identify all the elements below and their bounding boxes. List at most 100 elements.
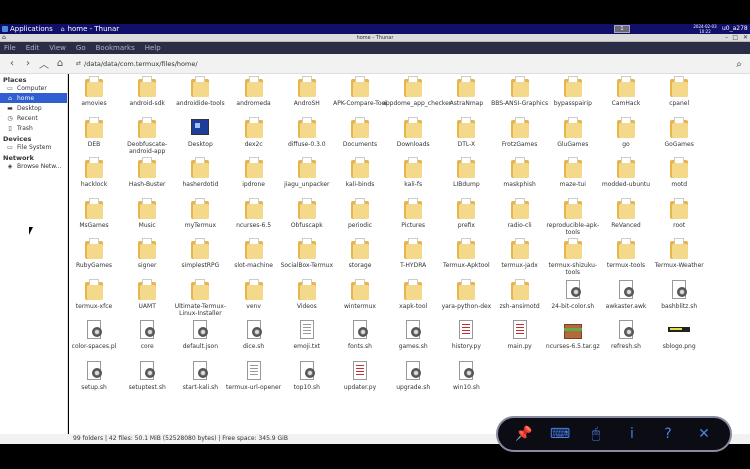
pin-button[interactable]: 📌	[513, 423, 535, 445]
folder-icon	[243, 76, 265, 98]
python-file-icon	[349, 360, 371, 382]
folder-icon	[615, 76, 637, 98]
sidebar-item-home[interactable]: ⌂ home	[0, 93, 67, 103]
sidebar-header-devices: Devices	[3, 135, 32, 143]
forward-button[interactable]: ›	[20, 56, 36, 72]
menu-go[interactable]: Go	[76, 44, 86, 52]
sidebar-item-trash[interactable]: ▯ Trash	[0, 123, 67, 133]
folder-icon	[136, 76, 158, 98]
mouse-button[interactable]: 🖱	[585, 423, 607, 445]
folder-icon	[349, 197, 371, 220]
script-icon	[402, 319, 424, 341]
desktop-folder-icon	[189, 117, 211, 139]
sidebar-header-network: Network	[3, 154, 34, 162]
script-icon	[83, 360, 105, 382]
minimize-icon[interactable]: –	[725, 34, 728, 42]
window-titlebar[interactable]: ⌂ home - Thunar – □ ✕	[0, 34, 750, 42]
file-name: sblogo.png	[662, 343, 696, 350]
folder-icon	[455, 238, 477, 260]
folder-icon	[615, 238, 637, 260]
folder-icon	[455, 197, 477, 220]
menu-view[interactable]: View	[49, 44, 66, 52]
folder-icon	[402, 197, 424, 220]
mouse-icon: 🖱	[591, 426, 601, 442]
help-icon: ?	[664, 426, 672, 442]
home-button[interactable]: ⌂	[52, 56, 68, 72]
folder-icon	[668, 157, 690, 179]
keyboard-button[interactable]: ⌨	[549, 423, 571, 445]
folder-icon	[189, 238, 211, 260]
folder-icon	[349, 116, 371, 139]
script-icon	[455, 360, 477, 382]
folder-icon	[562, 197, 584, 220]
location-bar[interactable]: ⇄ /data/data/com.termux/files/home/	[76, 60, 198, 68]
search-button[interactable]: ⌕	[732, 57, 746, 71]
toolbar: ‹ › ︿ ⌂ ⇄ /data/data/com.termux/files/ho…	[0, 54, 750, 74]
menubar: File Edit View Go Bookmarks Help	[0, 42, 750, 54]
folder-icon	[402, 116, 424, 139]
python-file-icon	[455, 319, 477, 341]
folder-icon	[136, 157, 158, 179]
info-icon: i	[630, 426, 634, 442]
folder-icon	[243, 238, 265, 260]
close-window-icon[interactable]: ✕	[743, 34, 748, 42]
screen: Applications ⌂ home - Thunar 1 2024-02-0…	[0, 0, 750, 469]
window-menu-icon[interactable]: ⌂	[2, 34, 6, 42]
folder-icon	[349, 278, 371, 301]
folder-icon	[615, 197, 637, 220]
folder-icon	[296, 197, 318, 220]
menu-file[interactable]: File	[4, 44, 16, 52]
help-button[interactable]: ?	[657, 423, 679, 445]
info-button[interactable]: i	[621, 423, 643, 445]
text-file-icon	[296, 319, 318, 341]
script-icon	[615, 279, 637, 301]
folder-icon	[455, 116, 477, 139]
folder-icon	[402, 238, 424, 260]
folder-icon	[136, 238, 158, 260]
folder-icon	[455, 76, 477, 98]
workspace-switcher[interactable]: 1	[614, 25, 630, 33]
chevron-right-icon: ›	[26, 58, 30, 69]
folder-icon	[509, 116, 531, 139]
file-name: Termux-Weather	[654, 262, 704, 269]
sidebar-item-file-system[interactable]: ▭ File System	[0, 142, 67, 152]
menu-bookmarks[interactable]: Bookmarks	[96, 44, 135, 52]
folder-icon	[296, 76, 318, 98]
sidebar-item-recent[interactable]: ◷ Recent	[0, 113, 67, 123]
sidebar-item-desktop[interactable]: ▬ Desktop	[0, 103, 67, 113]
close-button[interactable]: ✕	[693, 423, 715, 445]
folder-icon	[402, 157, 424, 179]
folder-icon	[668, 238, 690, 260]
file-name: motd	[671, 181, 688, 188]
file-name: win10.sh	[452, 383, 480, 391]
folder-icon	[509, 197, 531, 220]
script-icon	[189, 360, 211, 382]
close-icon: ✕	[698, 426, 710, 442]
script-icon	[136, 319, 158, 341]
sidebar-item-browse-netw[interactable]: ◈ Browse Netw...	[0, 161, 67, 171]
taskbar-button-thunar[interactable]: ⌂ home - Thunar	[61, 24, 119, 34]
sidebar-header-places: Places	[3, 76, 27, 84]
clock[interactable]: 2024-02-03 10:22	[690, 24, 720, 34]
sidebar-item-label: Desktop	[17, 104, 42, 112]
menu-edit[interactable]: Edit	[26, 44, 40, 52]
maximize-icon[interactable]: □	[732, 34, 738, 42]
file-name: cpanel	[669, 100, 690, 107]
menu-help[interactable]: Help	[145, 44, 161, 52]
text-file-icon	[243, 360, 265, 382]
file-name: root	[673, 221, 686, 229]
back-button[interactable]: ‹	[4, 56, 20, 72]
file-view[interactable]: amovies android-sdk androidide-tools androm…	[69, 74, 750, 434]
folder-icon	[349, 157, 371, 179]
archive-icon	[562, 319, 584, 341]
applications-menu[interactable]: Applications	[0, 24, 53, 34]
script-icon	[402, 360, 424, 382]
folder-icon	[509, 278, 531, 301]
trash-icon: ▯	[8, 124, 12, 132]
up-button[interactable]: ︿	[36, 56, 52, 72]
folder-icon	[83, 157, 105, 179]
folder-icon	[136, 278, 158, 301]
folder-icon	[83, 116, 105, 139]
image-file-icon	[668, 319, 691, 341]
sidebar-item-computer[interactable]: ▭ Computer	[0, 83, 67, 93]
